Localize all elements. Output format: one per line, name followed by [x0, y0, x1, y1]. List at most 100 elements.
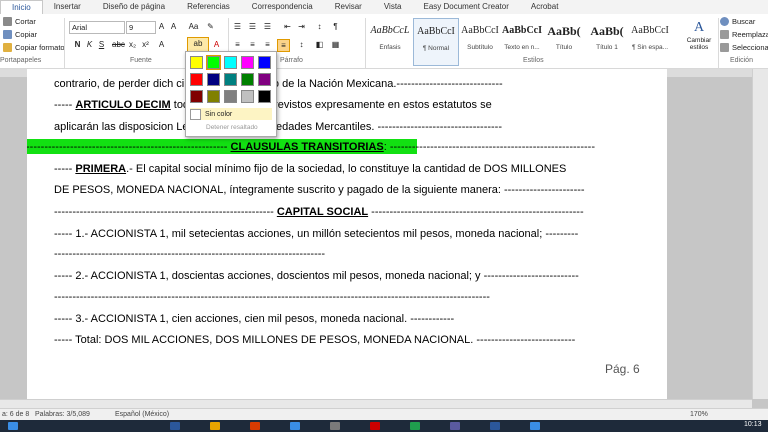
cut-button[interactable]: Cortar	[3, 17, 36, 26]
copy-button[interactable]: Copiar	[3, 30, 37, 39]
tab-diseno[interactable]: Diseño de página	[92, 0, 176, 14]
browser-taskbar-icon[interactable]	[290, 422, 300, 430]
tab-revisar[interactable]: Revisar	[324, 0, 373, 14]
shrink-font-icon[interactable]: A	[168, 21, 179, 32]
color-swatch[interactable]	[190, 56, 203, 69]
paragraph-group-label: Párrafo	[280, 57, 303, 64]
line-spacing-icon[interactable]: ↕	[296, 39, 307, 50]
stop-highlight-option: Detener resaltado	[206, 124, 258, 131]
vertical-scrollbar[interactable]	[752, 69, 768, 399]
decrease-indent-icon[interactable]: ⇤	[282, 21, 293, 32]
app-taskbar-icon[interactable]	[330, 422, 340, 430]
color-swatch[interactable]	[224, 73, 237, 86]
color-swatch[interactable]	[241, 90, 254, 103]
color-swatch[interactable]	[241, 56, 254, 69]
grow-font-icon[interactable]: A	[156, 21, 167, 32]
align-center-icon[interactable]: ≡	[247, 39, 258, 50]
color-swatch[interactable]	[207, 73, 220, 86]
font-color-icon[interactable]: A	[211, 39, 222, 50]
format-painter-button[interactable]: Copiar formato	[3, 43, 65, 52]
show-marks-icon[interactable]: ¶	[330, 21, 341, 32]
pdf-taskbar-icon[interactable]	[370, 422, 380, 430]
word-taskbar-icon[interactable]	[170, 422, 180, 430]
tab-easy-document[interactable]: Easy Document Creator	[412, 0, 519, 14]
sort-icon[interactable]: ↕	[314, 21, 325, 32]
color-swatch[interactable]	[190, 90, 203, 103]
select-button[interactable]: Seleccionar	[720, 43, 768, 52]
replace-button[interactable]: Reemplazar	[720, 30, 768, 39]
color-swatch[interactable]	[258, 73, 271, 86]
clear-format-icon[interactable]: ✎	[205, 21, 216, 32]
doc-line: ----------------------------------------…	[27, 141, 595, 153]
superscript-icon[interactable]: x²	[140, 39, 151, 50]
tab-correspondencia[interactable]: Correspondencia	[241, 0, 324, 14]
color-swatch[interactable]	[206, 55, 221, 70]
doc-line: ----------------------------------------…	[54, 248, 326, 260]
text-effects-icon[interactable]: A	[156, 39, 167, 50]
app-taskbar-icon[interactable]	[250, 422, 260, 430]
shading-icon[interactable]: ◧	[314, 39, 325, 50]
ribbon-tabs: Inicio Insertar Diseño de página Referen…	[0, 0, 768, 15]
tab-insertar[interactable]: Insertar	[43, 0, 92, 14]
color-swatch[interactable]	[258, 90, 271, 103]
color-swatch[interactable]	[258, 56, 271, 69]
doc-line: aplicarán las disposicion Ley General de…	[54, 121, 503, 133]
doc-line: ----- 1.- ACCIONISTA 1, mil setecientas …	[54, 228, 579, 240]
app-taskbar-icon[interactable]	[410, 422, 420, 430]
doc-line: ----------------------------------------…	[54, 291, 490, 303]
color-swatch[interactable]	[207, 90, 220, 103]
page-number: Pág. 6	[605, 362, 640, 376]
editing-group-label: Edición	[730, 57, 753, 64]
ribbon: Cortar Copiar Copiar formato Portapapele…	[0, 14, 768, 69]
bullets-icon[interactable]: ☰	[232, 21, 243, 32]
style-subtitulo[interactable]: AaBbCcI Subtítulo	[458, 18, 502, 64]
numbering-icon[interactable]: ☰	[247, 21, 258, 32]
no-color-option[interactable]: Sin color	[190, 108, 272, 120]
tab-vista[interactable]: Vista	[373, 0, 413, 14]
font-size-select[interactable]: 9	[126, 21, 156, 34]
language[interactable]: Español (México)	[115, 411, 169, 418]
tab-inicio[interactable]: Inicio	[0, 0, 43, 15]
clock: 10:13	[744, 421, 762, 428]
increase-indent-icon[interactable]: ⇥	[296, 21, 307, 32]
start-icon[interactable]	[8, 422, 18, 430]
style-titulo-1[interactable]: AaBb(Título 1	[585, 18, 629, 64]
word-count[interactable]: Palabras: 3/5,089	[35, 411, 90, 418]
highlight-color-popup: Sin color Detener resaltado	[185, 51, 277, 137]
align-right-icon[interactable]: ≡	[262, 39, 273, 50]
doc-line: ----------------------------------------…	[54, 206, 584, 218]
style-sin-espaciado[interactable]: AaBbCcI ¶ Sin espa...	[628, 18, 672, 64]
app-taskbar-icon[interactable]	[450, 422, 460, 430]
subscript-icon[interactable]: x₂	[127, 39, 138, 50]
zoom-level[interactable]: 170%	[690, 411, 708, 418]
tab-acrobat[interactable]: Acrobat	[520, 0, 570, 14]
color-swatch[interactable]	[241, 73, 254, 86]
find-button[interactable]: Buscar	[720, 17, 755, 26]
color-swatch[interactable]	[190, 73, 203, 86]
change-case-icon[interactable]: Aa	[188, 21, 199, 32]
underline-icon[interactable]: S	[96, 39, 107, 50]
tab-referencias[interactable]: Referencias	[176, 0, 241, 14]
font-name-select[interactable]: Arial	[69, 21, 125, 34]
bold-icon[interactable]: N	[72, 39, 83, 50]
document-page[interactable]: contrario, de perder dich cipación en be…	[27, 69, 667, 399]
justify-icon[interactable]: ≡	[277, 39, 290, 52]
italic-icon[interactable]: K	[84, 39, 95, 50]
color-swatch[interactable]	[224, 90, 237, 103]
strikethrough-icon[interactable]: abc	[112, 39, 125, 50]
style-normal[interactable]: AaBbCcI ¶ Normal	[413, 18, 459, 66]
borders-icon[interactable]: ▦	[330, 39, 341, 50]
app-taskbar-icon[interactable]	[490, 422, 500, 430]
multilevel-icon[interactable]: ☰	[262, 21, 273, 32]
change-styles-button[interactable]: A Cambiar estilos	[683, 20, 715, 51]
taskbar: 10:13	[0, 420, 768, 432]
style-enfasis[interactable]: AaBbCcL Énfasis	[368, 18, 412, 64]
separator	[718, 18, 719, 68]
page-count[interactable]: a: 6 de 8	[2, 411, 29, 418]
color-swatch[interactable]	[224, 56, 237, 69]
align-left-icon[interactable]: ≡	[232, 39, 243, 50]
doc-line: ----- 3.- ACCIONISTA 1, cien acciones, c…	[54, 313, 455, 325]
app-taskbar-icon[interactable]	[530, 422, 540, 430]
style-titulo[interactable]: AaBb(Título	[542, 18, 586, 64]
explorer-taskbar-icon[interactable]	[210, 422, 220, 430]
